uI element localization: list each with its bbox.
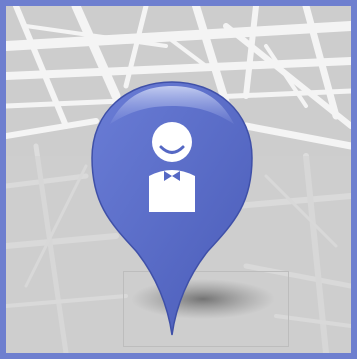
pin-shadow (131, 279, 275, 319)
map-frame (0, 0, 357, 359)
location-pin-icon[interactable] (6, 6, 351, 353)
